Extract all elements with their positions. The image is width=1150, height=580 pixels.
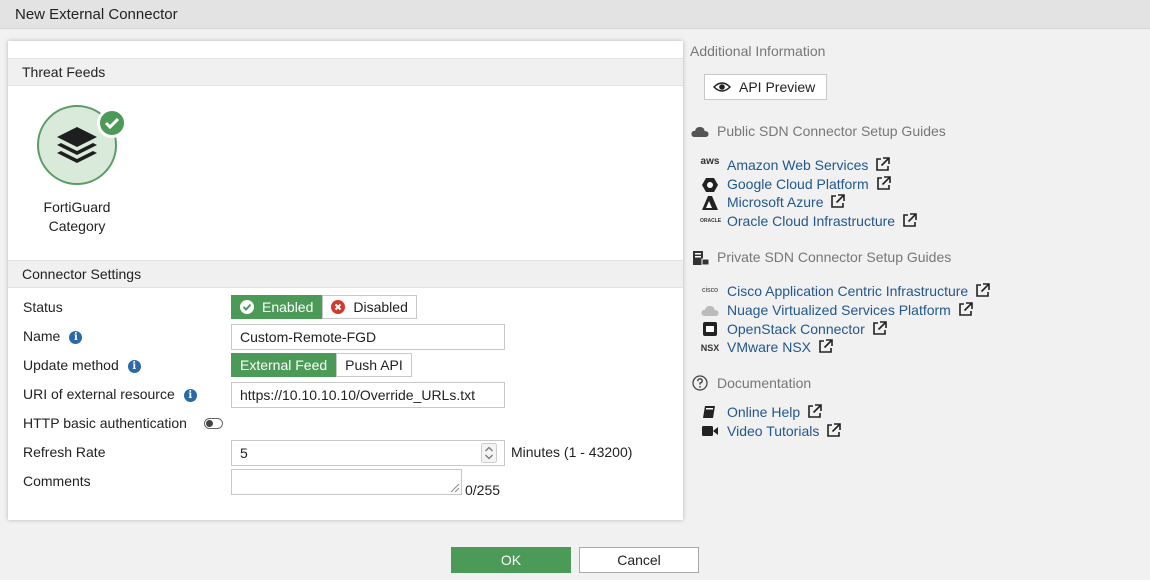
- status-disabled-button[interactable]: Disabled: [322, 295, 417, 319]
- http-auth-label: HTTP basic authentication: [23, 415, 187, 431]
- external-link-icon: [827, 423, 842, 437]
- status-label: Status: [23, 299, 63, 315]
- update-method-label: Update method i: [23, 357, 141, 373]
- name-label: Name i: [23, 328, 83, 344]
- question-circle-icon: [692, 375, 708, 391]
- link-openstack-connector[interactable]: OpenStack Connector: [727, 321, 887, 337]
- external-link-icon: [903, 213, 917, 227]
- aws-icon: aws: [700, 156, 720, 167]
- additional-info-heading: Additional Information: [690, 43, 826, 59]
- comments-label: Comments: [23, 473, 91, 489]
- vmware-nsx-icon: NSX: [700, 343, 720, 353]
- check-circle-icon: [240, 300, 254, 314]
- connector-settings-heading: Connector Settings: [22, 266, 142, 282]
- info-icon[interactable]: i: [127, 360, 141, 373]
- uri-input[interactable]: [231, 382, 505, 408]
- documentation-heading: Documentation: [717, 375, 812, 391]
- external-link-icon: [876, 176, 891, 190]
- refresh-rate-spinner[interactable]: [481, 443, 497, 463]
- eye-icon: [713, 82, 731, 92]
- threat-feeds-heading: Threat Feeds: [22, 64, 106, 80]
- private-sdn-heading: Private SDN Connector Setup Guides: [717, 249, 952, 265]
- public-sdn-heading: Public SDN Connector Setup Guides: [717, 123, 946, 139]
- refresh-rate-input[interactable]: [231, 440, 505, 466]
- refresh-rate-label: Refresh Rate: [23, 444, 106, 460]
- spinner-arrows-icon: [481, 443, 497, 463]
- link-online-help[interactable]: Online Help: [727, 404, 822, 420]
- book-icon: [703, 406, 715, 418]
- link-vmware-nsx[interactable]: VMware NSX: [727, 339, 833, 355]
- external-link-icon: [808, 404, 822, 418]
- external-link-icon: [976, 283, 991, 297]
- refresh-rate-unit: Minutes (1 - 43200): [511, 444, 633, 460]
- push-api-button[interactable]: Push API: [336, 353, 412, 377]
- selected-check-icon: [97, 108, 127, 138]
- comments-counter: 0/255: [465, 482, 501, 498]
- external-link-icon: [959, 302, 973, 316]
- cloud-icon: [691, 126, 709, 137]
- threat-feeds-header: Threat Feeds: [8, 58, 683, 86]
- video-camera-icon: [702, 426, 718, 436]
- link-video-tutorials[interactable]: Video Tutorials: [727, 423, 842, 439]
- link-amazon-web-services[interactable]: Amazon Web Services: [727, 157, 891, 173]
- connector-settings-header: Connector Settings: [8, 260, 683, 288]
- api-preview-button[interactable]: API Preview: [704, 74, 827, 100]
- external-link-icon: [819, 339, 833, 353]
- server-lock-icon: [693, 251, 709, 265]
- azure-icon: [702, 196, 718, 210]
- nuage-cloud-icon: [701, 305, 719, 316]
- ok-button[interactable]: OK: [451, 547, 571, 573]
- info-icon[interactable]: i: [183, 389, 197, 402]
- x-circle-icon: [331, 300, 346, 314]
- fortiguard-category-label: FortiGuard Category: [43, 199, 111, 234]
- comments-textarea[interactable]: [231, 469, 462, 495]
- openstack-icon: [703, 322, 717, 336]
- name-input[interactable]: [231, 324, 505, 350]
- info-icon[interactable]: i: [69, 331, 83, 344]
- dialog-title: New External Connector: [15, 6, 178, 23]
- cisco-icon: cisco: [702, 287, 718, 294]
- external-link-icon: [831, 194, 846, 208]
- link-nuage-vsp[interactable]: Nuage Virtualized Services Platform: [727, 302, 973, 318]
- uri-label: URI of external resource i: [23, 386, 197, 402]
- external-feed-button[interactable]: External Feed: [231, 353, 337, 377]
- update-method-toggle-group: External Feed Push API: [231, 353, 412, 377]
- dialog-title-bar: New External Connector: [0, 0, 1150, 29]
- external-link-icon: [876, 157, 891, 171]
- http-auth-toggle[interactable]: [204, 418, 223, 429]
- connector-form-panel: Threat Feeds FortiGuard Category Connect…: [8, 41, 683, 520]
- cancel-button[interactable]: Cancel: [579, 547, 699, 573]
- link-cisco-aci[interactable]: Cisco Application Centric Infrastructure: [727, 283, 991, 299]
- status-toggle-group: Enabled Disabled: [231, 295, 417, 319]
- resize-handle-icon[interactable]: [450, 483, 460, 493]
- link-oracle-cloud-infrastructure[interactable]: Oracle Cloud Infrastructure: [727, 213, 917, 229]
- oracle-icon: ORACLE: [700, 218, 722, 224]
- link-google-cloud-platform[interactable]: Google Cloud Platform: [727, 176, 891, 192]
- external-link-icon: [872, 321, 887, 335]
- google-cloud-icon: [702, 178, 718, 192]
- link-microsoft-azure[interactable]: Microsoft Azure: [727, 194, 846, 210]
- status-enabled-button[interactable]: Enabled: [231, 295, 323, 319]
